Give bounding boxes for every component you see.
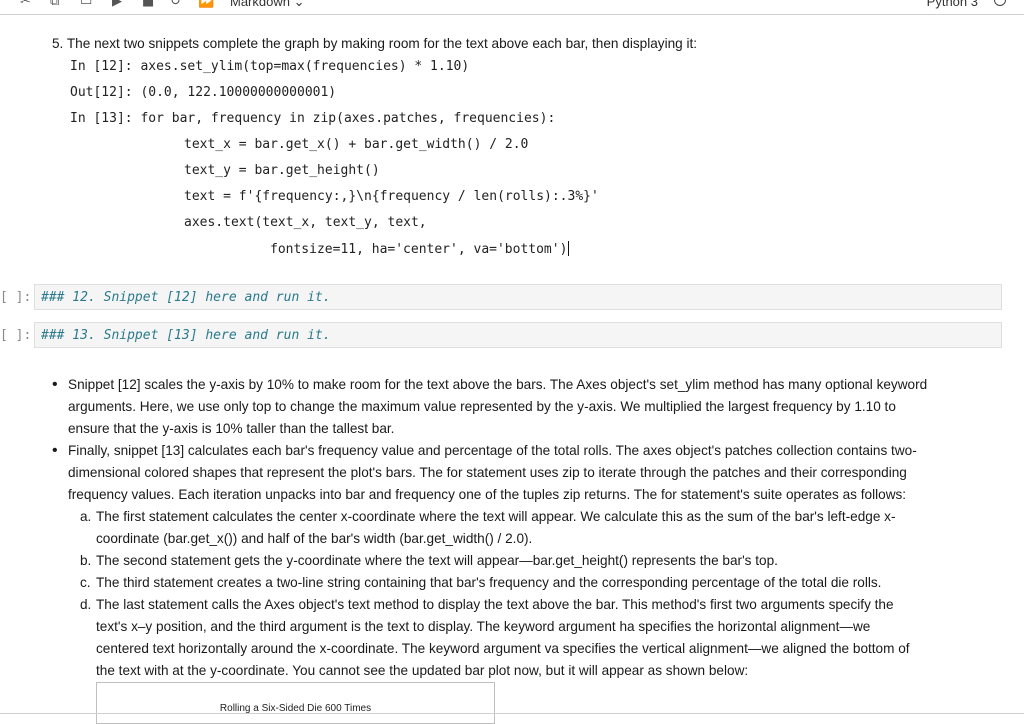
- bullet-2: Finally, snippet [13] calculates each ba…: [68, 440, 988, 506]
- bullet-2-line-2: dimensional colored shapes that represen…: [68, 465, 907, 480]
- step-b: b. The second statement gets the y-coord…: [80, 550, 980, 572]
- in13-line2: text_x = bar.get_x() + bar.get_width() /…: [184, 137, 529, 152]
- step-d-line-4: the text with at the y-coordinate. You c…: [96, 663, 749, 678]
- code-out12: Out[12]: (0.0, 122.10000000000001): [70, 85, 336, 101]
- text-cursor: [568, 241, 570, 256]
- kernel-status-icon: [994, 0, 1006, 6]
- step-5-text: 5. The next two snippets complete the gr…: [52, 36, 698, 51]
- step-a-label: a.: [80, 509, 92, 524]
- step-a: a. The first statement calculates the ce…: [80, 506, 980, 550]
- step-c-label: c.: [80, 575, 91, 590]
- step-d-label: d.: [80, 597, 92, 612]
- chevron-down-icon: ⌄: [293, 0, 305, 9]
- out12-value: (0.0, 122.10000000000001): [140, 85, 337, 100]
- step-d-line-3: centered text horizontally around the x-…: [96, 641, 910, 656]
- scissors-icon[interactable]: ✂: [20, 0, 31, 9]
- bullet-1: Snippet [12] scales the y-axis by 10% to…: [68, 374, 988, 440]
- paste-icon[interactable]: ▭: [80, 0, 92, 9]
- figure-preview: Rolling a Six-Sided Die 600 Times: [96, 682, 495, 724]
- cell-13-prompt: [ ]:: [0, 328, 32, 343]
- cell-13-comment: ### 13. Snippet [13] here and run it.: [41, 328, 331, 343]
- out12-prompt: Out[12]:: [70, 85, 133, 100]
- step-a-line-1: The first statement calculates the cente…: [96, 509, 896, 524]
- code-cell-13[interactable]: ### 13. Snippet [13] here and run it.: [34, 322, 1002, 348]
- cell-12-comment: ### 12. Snippet [12] here and run it.: [41, 290, 331, 305]
- bullet-1-line-3: ensure that the y-axis is 10% taller tha…: [68, 421, 395, 436]
- cell-type-label: Markdown: [230, 0, 290, 9]
- divider: [0, 713, 1024, 714]
- step-c-line-1: The third statement creates a two-line s…: [96, 575, 882, 590]
- step-d: d. The last statement calls the Axes obj…: [80, 594, 980, 682]
- bullet-1-line-1: Snippet [12] scales the y-axis by 10% to…: [68, 377, 928, 392]
- cell-type-select[interactable]: Markdown ⌄: [230, 0, 305, 9]
- cell-12-prompt: [ ]:: [0, 290, 32, 305]
- in13-line5: axes.text(text_x, text_y, text,: [184, 215, 427, 230]
- kernel-name: Python 3: [926, 0, 978, 9]
- in13-line3: text_y = bar.get_height(): [184, 163, 380, 178]
- fast-forward-icon[interactable]: ⏩: [198, 0, 214, 9]
- bullet-2-line-1: Finally, snippet [13] calculates each ba…: [68, 443, 917, 458]
- step-b-line-1: The second statement gets the y-coordina…: [96, 553, 778, 568]
- step-a-line-2: coordinate (bar.get_x()) and half of the…: [96, 531, 533, 546]
- in13-line6: fontsize=11, ha='center', va='bottom'): [270, 241, 570, 258]
- step-d-line-1: The last statement calls the Axes object…: [96, 597, 894, 612]
- bullet-1-line-2: arguments. Here, we use only top to chan…: [68, 399, 896, 414]
- restart-icon[interactable]: ↻: [170, 0, 181, 9]
- in12-code: axes.set_ylim(top=max(frequencies) * 1.1…: [140, 59, 470, 74]
- code-in12: In [12]: axes.set_ylim(top=max(frequenci…: [70, 59, 469, 75]
- code-in13: In [13]: for bar, frequency in zip(axes.…: [70, 111, 555, 127]
- in13-line6-text: fontsize=11, ha='center', va='bottom'): [270, 242, 568, 257]
- step-d-line-2: text's x–y position, and the third argum…: [96, 619, 871, 634]
- bullet-dot: •: [52, 442, 58, 459]
- in13-prompt: In [13]:: [70, 111, 133, 126]
- bullet-2-line-3: frequency values. Each iteration unpacks…: [68, 487, 907, 502]
- in13-line4: text = f'{frequency:,}\n{frequency / len…: [184, 189, 599, 204]
- copy-icon[interactable]: ⧉: [50, 0, 59, 9]
- in12-prompt: In [12]:: [70, 59, 133, 74]
- step-b-label: b.: [80, 553, 92, 568]
- bullet-dot: •: [52, 376, 58, 393]
- notebook-toolbar: ✂ ⧉ ▭ ▶ ■ ↻ ⏩ Markdown ⌄ Python 3: [0, 0, 1024, 15]
- stop-icon[interactable]: ■: [142, 0, 154, 9]
- step-c: c. The third statement creates a two-lin…: [80, 572, 980, 594]
- in13-line1: for bar, frequency in zip(axes.patches, …: [140, 111, 556, 126]
- code-cell-12[interactable]: ### 12. Snippet [12] here and run it.: [34, 284, 1002, 310]
- run-icon[interactable]: ▶: [112, 0, 122, 9]
